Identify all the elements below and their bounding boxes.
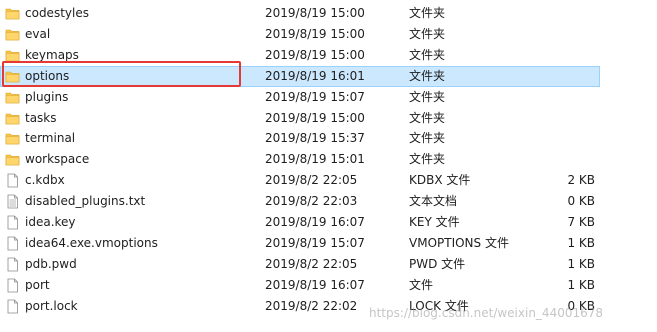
file-size: 1 KB bbox=[567, 277, 595, 292]
file-date-modified: 2019/8/19 15:00 bbox=[265, 110, 365, 125]
file-name: c.kdbx bbox=[25, 173, 65, 188]
file-type: VMOPTIONS 文件 bbox=[409, 235, 509, 250]
file-date-modified: 2019/8/19 15:00 bbox=[265, 26, 365, 41]
annotation-highlight-box bbox=[2, 61, 241, 87]
file-date-modified: 2019/8/2 22:05 bbox=[265, 173, 358, 188]
file-type: 文件夹 bbox=[409, 131, 446, 146]
folder-icon bbox=[5, 111, 20, 126]
file-row[interactable]: disabled_plugins.txt 2019/8/2 22:03 文本文档 0 … bbox=[0, 191, 600, 212]
folder-icon bbox=[5, 6, 20, 21]
file-date-modified: 2019/8/19 15:00 bbox=[265, 47, 365, 62]
file-name: workspace bbox=[25, 152, 90, 167]
file-type: 文件夹 bbox=[409, 89, 446, 104]
file-name: port.lock bbox=[25, 298, 78, 313]
folder-icon bbox=[5, 131, 20, 146]
file-icon bbox=[5, 236, 20, 251]
file-icon bbox=[5, 257, 20, 272]
file-date-modified: 2019/8/19 15:00 bbox=[265, 6, 365, 20]
file-row[interactable]: codestyles 2019/8/19 15:00 文件夹 bbox=[0, 3, 600, 24]
file-type: 文本文档 bbox=[409, 194, 458, 209]
file-type: 文件夹 bbox=[409, 6, 446, 20]
file-row[interactable]: idea.key 2019/8/19 16:07 KEY 文件 7 KB bbox=[0, 212, 600, 233]
watermark: https://blog.csdn.net/weixin_44001678 bbox=[369, 306, 604, 320]
folder-icon bbox=[5, 27, 20, 42]
file-type: 文件夹 bbox=[409, 26, 446, 41]
file-size: 2 KB bbox=[567, 173, 595, 188]
file-date-modified: 2019/8/2 22:03 bbox=[265, 194, 358, 209]
file-icon bbox=[5, 278, 20, 293]
file-name: eval bbox=[25, 26, 51, 41]
file-row[interactable]: eval 2019/8/19 15:00 文件夹 bbox=[0, 24, 600, 45]
file-type: KDBX 文件 bbox=[409, 173, 471, 188]
file-name: plugins bbox=[25, 89, 69, 104]
file-row[interactable]: tasks 2019/8/19 15:00 文件夹 bbox=[0, 108, 600, 129]
file-name: terminal bbox=[25, 131, 76, 146]
file-name: idea.key bbox=[25, 215, 76, 229]
file-date-modified: 2019/8/2 22:05 bbox=[265, 256, 358, 271]
file-date-modified: 2019/8/19 15:07 bbox=[265, 89, 365, 104]
file-row[interactable]: terminal 2019/8/19 15:37 文件夹 bbox=[0, 128, 600, 149]
file-row[interactable]: plugins 2019/8/19 15:07 文件夹 bbox=[0, 87, 600, 108]
file-row[interactable]: idea64.exe.vmoptions 2019/8/19 15:07 VMOPT… bbox=[0, 233, 600, 254]
file-size: 7 KB bbox=[567, 215, 595, 229]
file-size: 0 KB bbox=[567, 194, 595, 209]
file-name: tasks bbox=[25, 110, 57, 125]
file-date-modified: 2019/8/19 16:01 bbox=[265, 68, 365, 83]
file-row[interactable]: pdb.pwd 2019/8/2 22:05 PWD 文件 1 KB bbox=[0, 254, 600, 275]
file-type: 文件夹 bbox=[409, 152, 446, 167]
folder-icon bbox=[5, 152, 20, 167]
file-type: 文件 bbox=[409, 277, 434, 292]
file-name: disabled_plugins.txt bbox=[25, 194, 146, 209]
file-row[interactable]: c.kdbx 2019/8/2 22:05 KDBX 文件 2 KB bbox=[0, 170, 600, 191]
folder-icon bbox=[5, 90, 20, 105]
file-type: 文件夹 bbox=[409, 47, 446, 62]
file-date-modified: 2019/8/19 16:07 bbox=[265, 215, 365, 229]
file-date-modified: 2019/8/19 15:07 bbox=[265, 235, 365, 250]
file-date-modified: 2019/8/19 15:01 bbox=[265, 152, 365, 167]
file-name: port bbox=[25, 277, 50, 292]
file-type: KEY 文件 bbox=[409, 215, 460, 229]
file-icon bbox=[5, 299, 20, 314]
file-type: PWD 文件 bbox=[409, 256, 466, 271]
file-name: codestyles bbox=[25, 6, 89, 20]
text-file-icon bbox=[5, 194, 20, 209]
file-date-modified: 2019/8/19 15:37 bbox=[265, 131, 365, 146]
file-row[interactable]: port 2019/8/19 16:07 文件 1 KB bbox=[0, 275, 600, 296]
file-date-modified: 2019/8/19 16:07 bbox=[265, 277, 365, 292]
file-list: codestyles 2019/8/19 15:00 文件夹 eval 2019/8/1… bbox=[0, 0, 657, 332]
file-date-modified: 2019/8/2 22:02 bbox=[265, 298, 358, 313]
file-name: pdb.pwd bbox=[25, 256, 77, 271]
file-row[interactable]: workspace 2019/8/19 15:01 文件夹 bbox=[0, 149, 600, 170]
file-type: 文件夹 bbox=[409, 110, 446, 125]
file-size: 1 KB bbox=[567, 256, 595, 271]
file-icon bbox=[5, 215, 20, 230]
file-name: idea64.exe.vmoptions bbox=[25, 235, 158, 250]
file-icon bbox=[5, 173, 20, 188]
file-size: 1 KB bbox=[567, 235, 595, 250]
file-type: 文件夹 bbox=[409, 68, 446, 83]
